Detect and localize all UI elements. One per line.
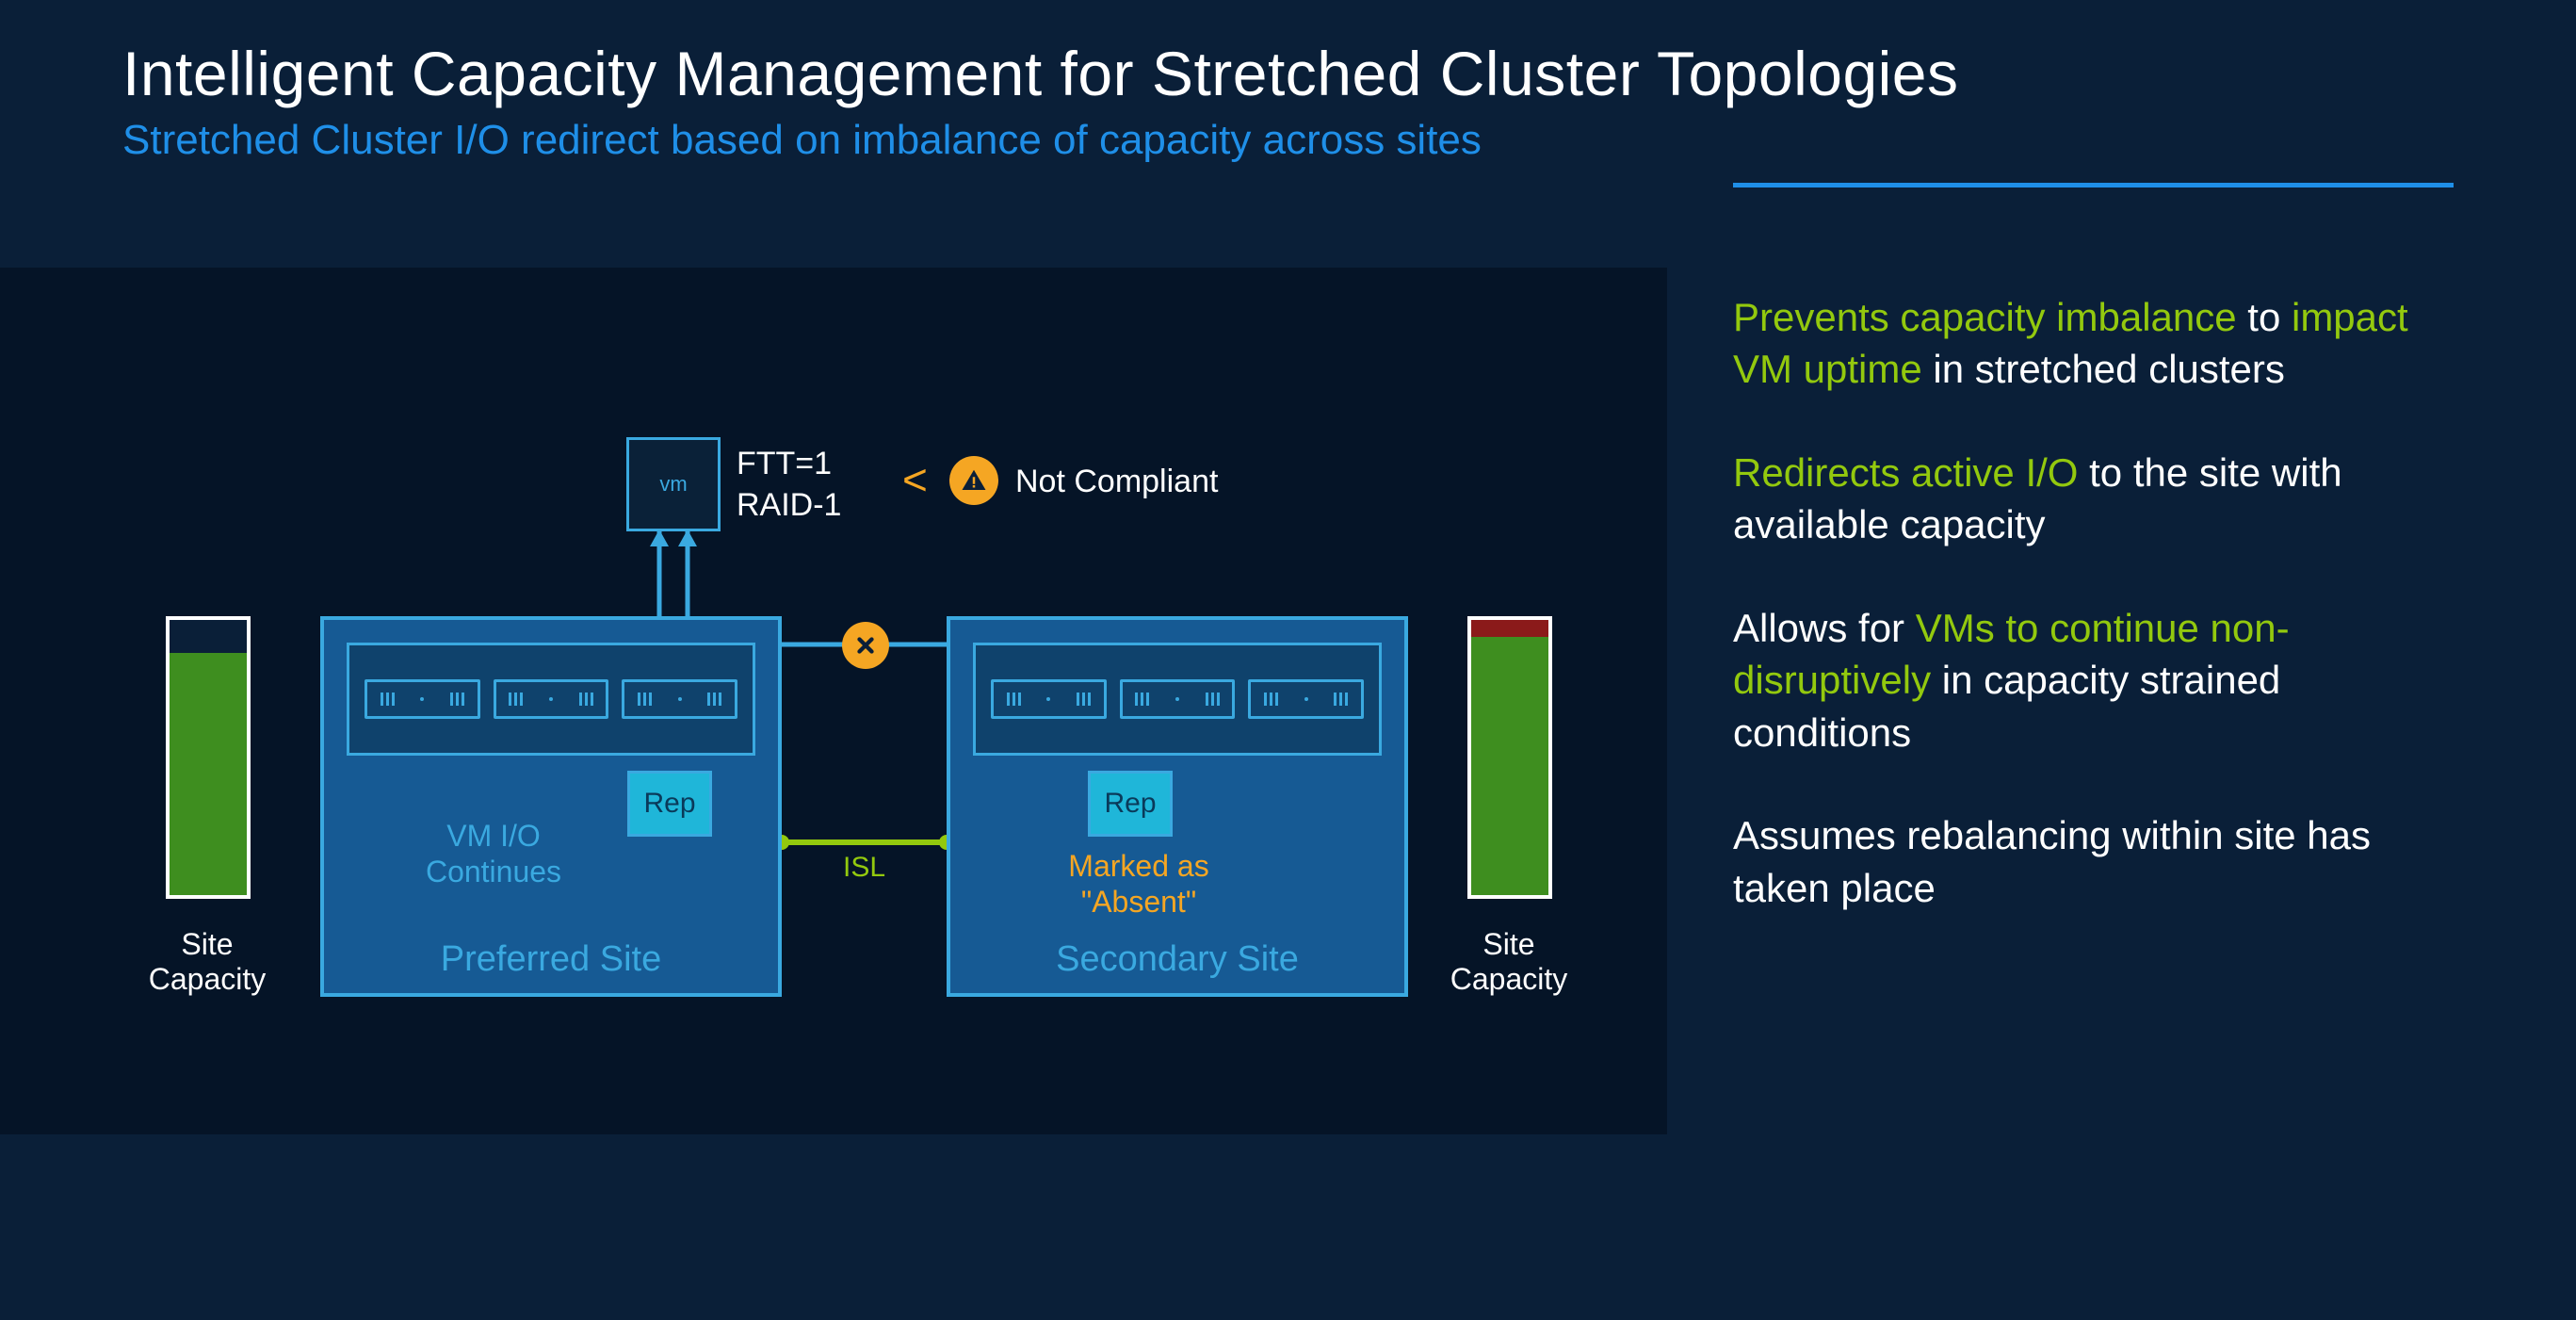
page-subtitle: Stretched Cluster I/O redirect based on … [122,117,2454,164]
benefit-item: Prevents capacity imbalance to impact VM… [1733,291,2454,396]
preferred-site-name: Preferred Site [324,939,778,980]
right-capacity-label: Site Capacity [1424,927,1594,997]
rack-icon [1248,679,1364,719]
diagram-area: Site Capacity Site Capacity Rep VM I/O [0,268,1667,1134]
secondary-site-box: Rep Marked as "Absent" Secondary Site [947,616,1408,997]
secondary-rack-row [973,643,1382,756]
not-compliant-label: Not Compliant [1015,464,1218,500]
isl-label: ISL [843,852,885,884]
warning-icon [949,456,998,505]
secondary-status-label: Marked as "Absent" [1035,848,1242,921]
benefit-item: Allows for VMs to continue non-disruptiv… [1733,602,2454,758]
preferred-status-label: VM I/O Continues [390,818,597,890]
rack-icon [991,679,1107,719]
preferred-rep-box: Rep [627,771,712,837]
secondary-rep-box: Rep [1088,771,1173,837]
preferred-rack-row [347,643,755,756]
preferred-site-box: Rep VM I/O Continues Preferred Site [320,616,782,997]
benefits-panel: Prevents capacity imbalance to impact VM… [1733,183,2454,1134]
right-capacity-bar [1467,616,1552,899]
vm-box: vm [626,437,721,531]
page-title: Intelligent Capacity Management for Stre… [122,38,2454,109]
rack-icon [622,679,737,719]
benefit-item: Assumes rebalancing within site has take… [1733,809,2454,914]
disconnect-icon [842,622,889,669]
left-capacity-label: Site Capacity [122,927,292,997]
divider-rule [1733,183,2454,187]
rack-icon [1120,679,1236,719]
benefit-item: Redirects active I/O to the site with av… [1733,447,2454,551]
secondary-site-name: Secondary Site [950,939,1404,980]
rack-icon [494,679,609,719]
left-capacity-bar [166,616,251,899]
rack-icon [365,679,480,719]
less-than-symbol: < [902,454,928,505]
ftt-label: FTT=1 RAID-1 [737,443,841,526]
